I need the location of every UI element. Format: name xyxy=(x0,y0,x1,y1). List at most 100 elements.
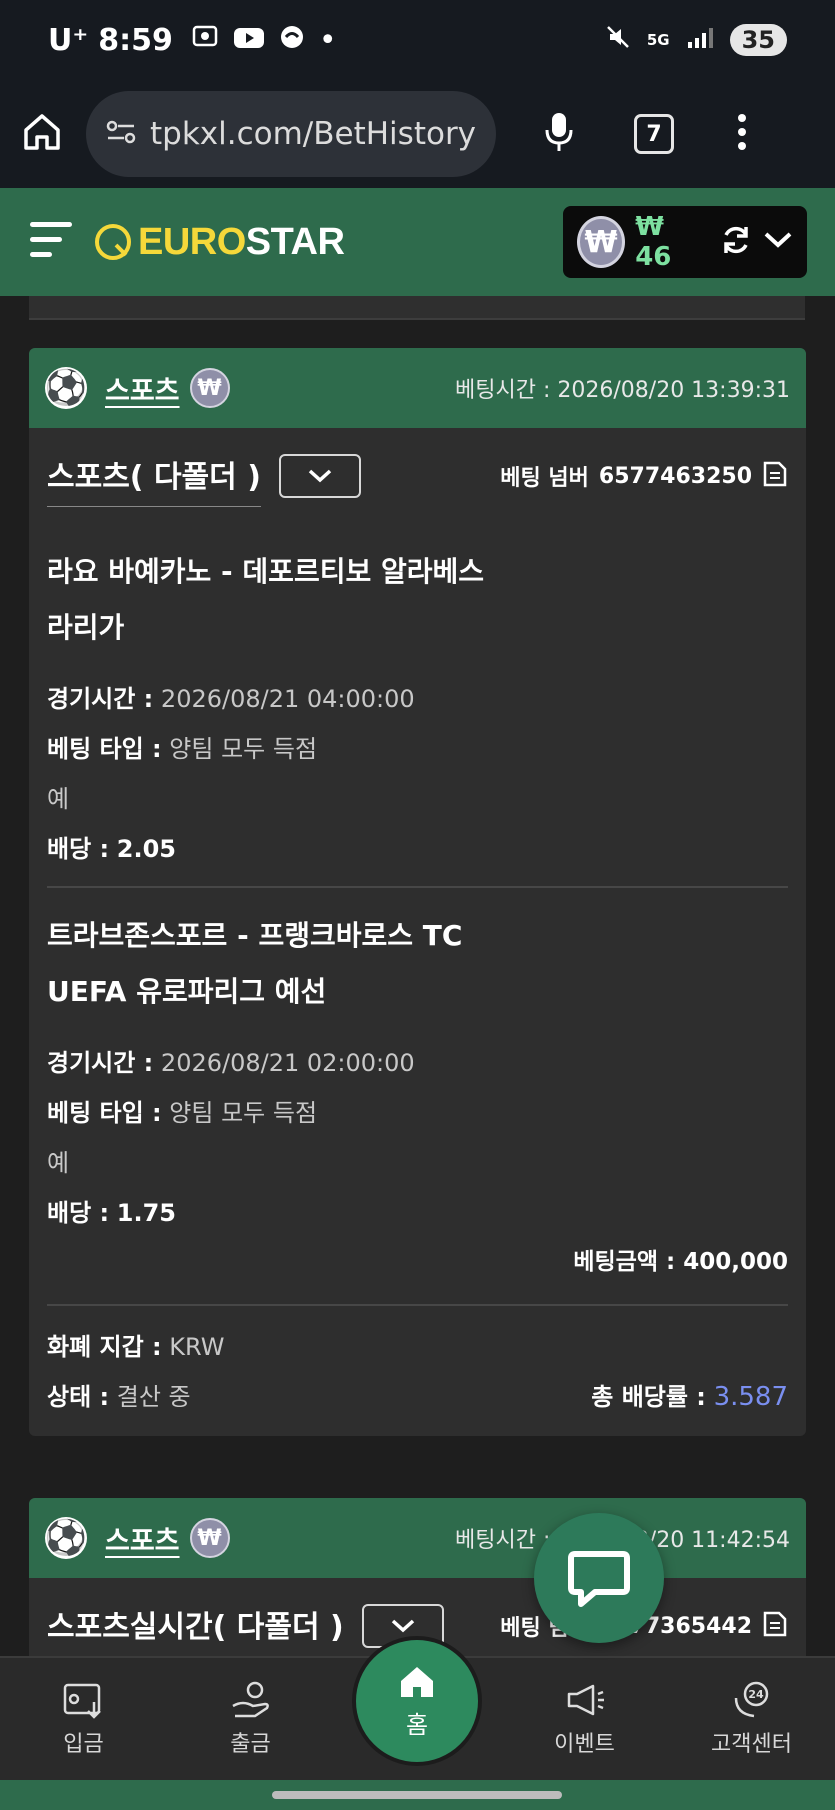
app-header: EURO STAR ₩ ₩ 46 xyxy=(0,188,835,296)
screenshot-icon xyxy=(191,22,219,58)
home-icon[interactable] xyxy=(20,110,64,158)
home-icon xyxy=(401,1666,433,1697)
bet-time: 베팅시간 : 2026/08/20 13:39:31 xyxy=(455,372,790,404)
signal-icon xyxy=(686,23,714,58)
deposit-icon xyxy=(63,1683,101,1719)
game-time-label: 경기시간 : xyxy=(47,685,154,713)
nav-deposit[interactable]: 입금 xyxy=(0,1680,167,1758)
bet-amount-value: 400,000 xyxy=(683,1249,788,1275)
system-gesture-bar xyxy=(0,1780,835,1810)
wallet-balance: ₩ 46 xyxy=(635,212,672,272)
url-text: tpkxl.com/BetHistory xyxy=(150,116,477,152)
nav-event-label: 이벤트 xyxy=(554,1732,615,1757)
live-chat-button[interactable] xyxy=(534,1513,664,1643)
address-bar[interactable]: tpkxl.com/BetHistory xyxy=(86,91,496,177)
wallet-row: 화폐 지갑 : KRW xyxy=(47,1322,788,1372)
currency-badge: ₩ xyxy=(189,1518,230,1558)
match-league: 라리가 xyxy=(47,611,125,644)
status-bar: U⁺ 8:59 • 5G 35 xyxy=(0,0,835,80)
expand-button[interactable] xyxy=(278,454,361,498)
more-options-icon[interactable] xyxy=(736,112,748,156)
bet-amount-label: 베팅금액 : xyxy=(573,1249,676,1275)
bet-category[interactable]: 스포츠 xyxy=(105,1519,180,1558)
carrier-label: U⁺ xyxy=(48,22,89,58)
match-teams: 트라브존스포르 - 프랭크바로스 TC xyxy=(47,919,463,952)
previous-card-edge xyxy=(29,296,805,320)
bet-amount-row: 베팅금액 : 400,000 xyxy=(47,1242,788,1276)
mute-icon xyxy=(605,23,631,58)
nav-home-button[interactable]: 홈 xyxy=(352,1636,482,1766)
soccer-ball-icon: ⚽ xyxy=(44,367,88,409)
currency-icon: ₩ xyxy=(577,216,626,268)
wallet-value: KRW xyxy=(169,1333,225,1361)
browser-toolbar: tpkxl.com/BetHistory 7 xyxy=(0,80,835,188)
bet-number: 베팅 넘버 6577463250 xyxy=(500,458,788,494)
bet-kind-label: 베팅 타입 : xyxy=(47,735,162,763)
eurostar-logo[interactable]: EURO STAR xyxy=(92,220,345,264)
menu-icon[interactable] xyxy=(28,218,74,266)
gesture-handle[interactable] xyxy=(272,1791,562,1799)
bet-number-label: 베팅 넘버 xyxy=(500,466,589,491)
status-value: 결산 중 xyxy=(116,1383,191,1411)
microphone-icon[interactable] xyxy=(542,110,576,158)
clock: 8:59 xyxy=(98,22,173,58)
site-settings-icon[interactable] xyxy=(104,117,138,151)
match-league: UEFA 유로파리그 예선 xyxy=(47,975,327,1008)
match-item: 라요 바예카노 - 데포르티보 알라베스 라리가 경기시간 : 2026/08/… xyxy=(47,524,788,888)
refresh-icon[interactable] xyxy=(719,223,753,261)
bet-kind-value: 양팀 모두 득점 xyxy=(169,735,318,763)
total-ratio-label: 총 배당률 : xyxy=(591,1383,706,1411)
bet-kind-row: 베팅 타입 : 양팀 모두 득점 xyxy=(47,724,788,774)
bet-card: ⚽ 스포츠 ₩ 베팅시간 : 2026/08/20 13:39:31 스포츠( … xyxy=(29,348,806,1436)
bet-type-title: 스포츠( 다폴더 ) xyxy=(47,452,261,507)
total-ratio-value: 3.587 xyxy=(713,1382,788,1412)
logo-euro-text: EURO xyxy=(138,220,246,263)
megaphone-icon xyxy=(567,1684,604,1716)
copy-icon[interactable] xyxy=(762,1608,788,1644)
bet-kind-value: 양팀 모두 득점 xyxy=(169,1099,318,1127)
match-teams: 라요 바예카노 - 데포르티보 알라베스 xyxy=(47,555,485,588)
bet-card-header: ⚽ 스포츠 ₩ 베팅시간 : 2026/08/20 11:42:54 xyxy=(29,1498,806,1578)
nav-home-label: 홈 xyxy=(405,1710,429,1739)
nav-deposit-label: 입금 xyxy=(63,1732,104,1757)
game-time-row: 경기시간 : 2026/08/21 04:00:00 xyxy=(47,674,788,724)
bet-type-title: 스포츠실시간( 다폴더 ) xyxy=(47,1602,344,1656)
battery-indicator: 35 xyxy=(729,24,787,56)
game-time-row: 경기시간 : 2026/08/21 02:00:00 xyxy=(47,1038,788,1088)
game-time-value: 2026/08/21 02:00:00 xyxy=(160,1049,415,1077)
bet-card-header: ⚽ 스포츠 ₩ 베팅시간 : 2026/08/20 13:39:31 xyxy=(29,348,806,428)
chevron-down-icon xyxy=(308,469,332,483)
nav-event[interactable]: 이벤트 xyxy=(501,1680,668,1758)
odds-label: 배당 : xyxy=(47,835,110,863)
withdraw-icon xyxy=(231,1681,269,1718)
bet-card: ⚽ 스포츠 ₩ 베팅시간 : 2026/08/20 11:42:54 스포츠실시… xyxy=(29,1498,806,1656)
odds-value: 2.05 xyxy=(116,835,176,863)
bet-category[interactable]: 스포츠 xyxy=(105,369,180,408)
game-time-value: 2026/08/21 04:00:00 xyxy=(160,685,415,713)
svg-text:24: 24 xyxy=(748,1688,764,1701)
chevron-down-icon[interactable] xyxy=(763,230,793,254)
nav-support-label: 고객센터 xyxy=(711,1732,792,1757)
odds-label: 배당 : xyxy=(47,1199,110,1227)
copy-icon[interactable] xyxy=(762,458,788,494)
currency-badge: ₩ xyxy=(189,368,230,408)
match-item: 트라브존스포르 - 프랭크바로스 TC UEFA 유로파리그 예선 경기시간 :… xyxy=(47,888,788,1238)
nav-withdraw[interactable]: 출금 xyxy=(167,1680,334,1758)
dot-icon: • xyxy=(318,22,337,58)
wallet-widget[interactable]: ₩ ₩ 46 xyxy=(563,206,807,278)
app-notification-icon xyxy=(279,23,305,58)
nav-withdraw-label: 출금 xyxy=(230,1732,271,1757)
pick-value: 예 xyxy=(47,785,70,813)
tab-switcher-button[interactable]: 7 xyxy=(634,114,674,154)
soccer-ball-icon: ⚽ xyxy=(44,1517,88,1559)
wallet-label: 화폐 지갑 : xyxy=(47,1333,162,1361)
bet-number-value: 6577463250 xyxy=(598,463,752,489)
pick-value: 예 xyxy=(47,1149,70,1177)
bet-time-label: 베팅시간 : xyxy=(455,1528,551,1553)
network-type: 5G xyxy=(646,31,670,49)
bet-history-list[interactable]: ⚽ 스포츠 ₩ 베팅시간 : 2026/08/20 13:39:31 스포츠( … xyxy=(0,296,835,1656)
odds-row: 배당 : 1.75 xyxy=(47,1188,788,1238)
support-24-icon: 24 xyxy=(734,1681,768,1718)
bet-kind-label: 베팅 타입 : xyxy=(47,1099,162,1127)
nav-support[interactable]: 24 고객센터 xyxy=(668,1680,835,1758)
